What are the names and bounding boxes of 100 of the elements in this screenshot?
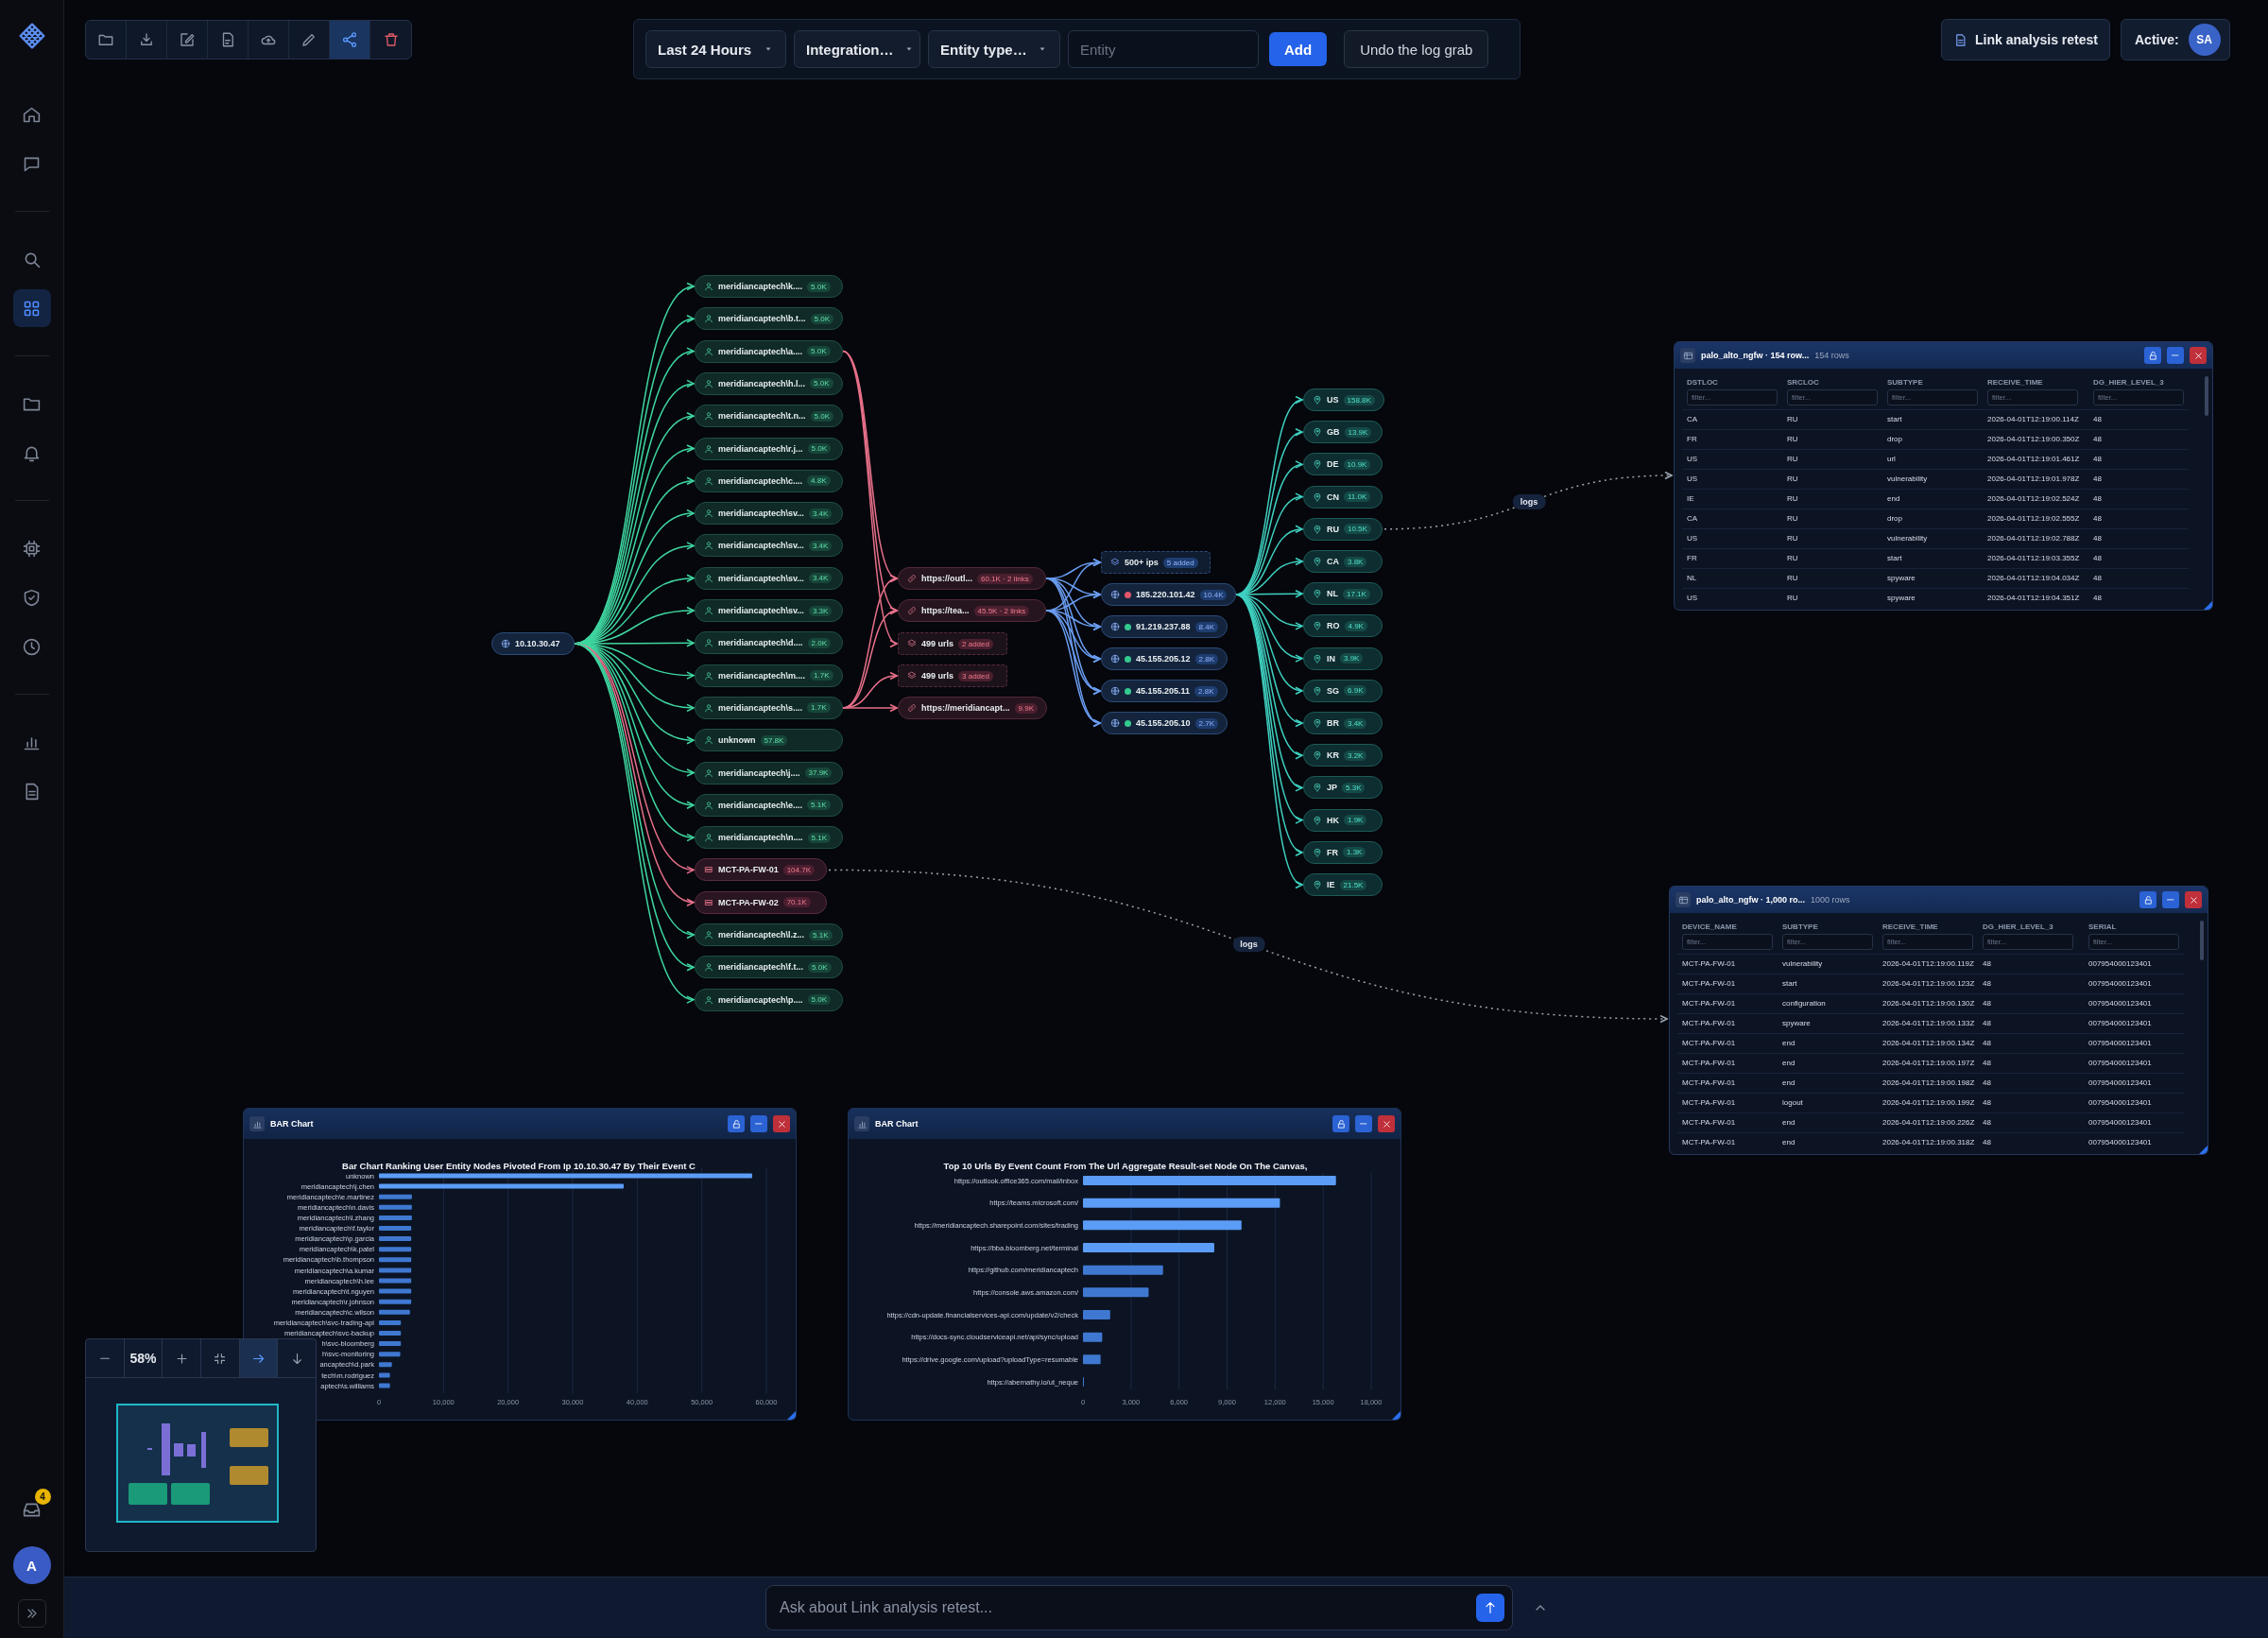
user-node[interactable]: unknown 57.8K (695, 729, 843, 752)
table-cell: MCT-PA-FW-01 (1677, 1093, 1778, 1112)
undo-button[interactable]: Undo the log grab (1344, 30, 1489, 68)
country-node[interactable]: DE 10.9K (1303, 453, 1383, 476)
close-button[interactable] (2190, 347, 2207, 364)
ip-node[interactable]: 10.10.30.47 (491, 632, 575, 655)
chat-input[interactable]: Ask about Link analysis retest... (765, 1585, 1513, 1630)
user-node[interactable]: meridiancaptech\j.... 37.9K (695, 761, 843, 785)
toolbar-button[interactable] (330, 21, 370, 59)
minimap-drawing[interactable] (116, 1404, 279, 1523)
group-node[interactable]: 500+ ips 5 added (1101, 551, 1211, 574)
node-label: meridiancaptech\k.... (718, 282, 803, 291)
bar (379, 1226, 412, 1231)
node-label: BR (1327, 718, 1339, 728)
close-button[interactable] (2185, 891, 2202, 908)
count-badge: 5.1K (807, 800, 831, 811)
lock-button[interactable] (2139, 891, 2156, 908)
user-node[interactable]: meridiancaptech\p.... 5.0K (695, 988, 843, 1011)
count-badge: 158.8K (1343, 394, 1375, 405)
close-button[interactable] (1378, 1115, 1395, 1132)
node-label: 10.10.30.47 (515, 639, 560, 648)
user-node[interactable]: meridiancaptech\sv... 3.4K (695, 502, 843, 526)
project-button[interactable]: Link analysis retest (1941, 19, 2110, 60)
user-node[interactable]: meridiancaptech\s.... 1.7K (695, 696, 843, 719)
url-node[interactable]: https://outl... 60.1K · 2 links (898, 567, 1046, 590)
user-node[interactable]: meridiancaptech\a.... 5.0K (695, 339, 843, 363)
country-node[interactable]: SG 6.9K (1303, 679, 1383, 702)
minimize-button[interactable] (1355, 1115, 1372, 1132)
country-node[interactable]: CA 3.8K (1303, 550, 1383, 573)
ip-node[interactable]: 91.219.237.88 8.4K (1101, 615, 1228, 638)
time-range-dropdown[interactable]: Last 24 Hours (645, 30, 786, 68)
count-badge: 5.0K (807, 281, 831, 292)
user-node[interactable]: meridiancaptech\sv... 3.3K (695, 599, 843, 622)
inbox-button[interactable]: 4 (12, 1491, 51, 1528)
group-node[interactable]: 499 urls 2 added (898, 632, 1007, 655)
url-node[interactable]: https://tea... 45.5K · 2 links (898, 599, 1046, 622)
scrollbar[interactable] (2200, 921, 2204, 960)
table-cell: RU (1782, 568, 1882, 588)
table-cell: 007954000123401 (2084, 974, 2184, 993)
country-node[interactable]: RO 4.9K (1303, 614, 1383, 638)
trash-icon (382, 31, 400, 48)
country-node[interactable]: BR 3.4K (1303, 712, 1383, 734)
country-node[interactable]: NL 17.1K (1303, 582, 1383, 606)
country-node[interactable]: FR 1.3K (1303, 840, 1383, 864)
country-node[interactable]: IE 21.5K (1303, 873, 1383, 896)
table-cell: MCT-PA-FW-01 (1677, 974, 1778, 993)
ip-node[interactable]: 185.220.101.42 10.4K (1101, 583, 1237, 606)
user-node[interactable]: meridiancaptech\c.... 4.8K (695, 469, 843, 492)
ip-node[interactable]: 45.155.205.11 2.8K (1101, 680, 1228, 702)
user-icon (704, 670, 713, 681)
chart-title: Top 10 Urls By Event Count From The Url Aggregate Result-set Node On The Canvas, (943, 1161, 1308, 1171)
close-button[interactable] (773, 1115, 790, 1132)
map-pin-icon (1313, 395, 1322, 405)
scrollbar[interactable] (2205, 376, 2208, 416)
sidebar-button[interactable] (12, 289, 51, 327)
device-node[interactable]: MCT-PA-FW-01 104.7K (695, 858, 827, 882)
country-node[interactable]: HK 1.9K (1303, 808, 1383, 832)
device-node[interactable]: MCT-PA-FW-02 70.1K (695, 890, 827, 914)
user-node[interactable]: meridiancaptech\d.... 2.0K (695, 631, 843, 655)
user-node[interactable]: meridiancaptech\e.... 5.1K (695, 793, 843, 817)
country-node[interactable]: RU 10.5K (1303, 517, 1383, 541)
user-node[interactable]: meridiancaptech\n.... 5.1K (695, 826, 843, 850)
lock-button[interactable] (728, 1115, 745, 1132)
user-node[interactable]: meridiancaptech\m.... 1.7K (695, 664, 843, 687)
minimize-button[interactable] (750, 1115, 767, 1132)
count-badge: 10.4K (1199, 589, 1228, 600)
count-badge: 3.4K (808, 508, 833, 519)
node-label: meridiancaptech\s.... (718, 702, 803, 713)
url-node[interactable]: https://meridiancapt... 9.9K (898, 697, 1047, 719)
send-button[interactable] (1476, 1594, 1504, 1622)
user-node[interactable]: meridiancaptech\r.j... 5.0K (695, 437, 843, 460)
country-node[interactable]: KR 3.2K (1303, 744, 1383, 767)
map-pin-icon (1313, 524, 1322, 534)
ip-node[interactable]: 45.155.205.12 2.8K (1101, 647, 1228, 670)
group-node[interactable]: 499 urls 3 added (898, 664, 1007, 687)
add-button[interactable]: Add (1269, 32, 1328, 66)
country-node[interactable]: GB 13.9K (1303, 421, 1383, 444)
entity-field[interactable]: Entity (1068, 30, 1259, 68)
ip-node[interactable]: 45.155.205.10 2.7K (1101, 712, 1228, 734)
user-node[interactable]: meridiancaptech\h.l... 5.0K (695, 371, 843, 395)
user-node[interactable]: meridiancaptech\t.n... 5.0K (695, 405, 843, 428)
lock-button[interactable] (2144, 347, 2161, 364)
user-node[interactable]: meridiancaptech\l.z... 5.1K (695, 923, 843, 946)
user-node[interactable]: meridiancaptech\f.t... 5.0K (695, 956, 843, 979)
user-node[interactable]: meridiancaptech\sv... 3.4K (695, 534, 843, 558)
lock-button[interactable] (1332, 1115, 1349, 1132)
minimize-button[interactable] (2167, 347, 2184, 364)
user-node[interactable]: meridiancaptech\sv... 3.4K (695, 566, 843, 590)
minimize-button[interactable] (2162, 891, 2179, 908)
user-node[interactable]: meridiancaptech\b.t... 5.0K (695, 307, 843, 331)
user-avatar[interactable]: A (12, 1546, 51, 1584)
integration-dropdown[interactable]: Integration… (794, 30, 920, 68)
country-node[interactable]: JP 5.3K (1303, 776, 1383, 800)
country-node[interactable]: IN 3.9K (1303, 647, 1383, 670)
bar (379, 1319, 402, 1325)
user-node[interactable]: meridiancaptech\k.... 5.0K (695, 275, 843, 298)
country-node[interactable]: US 158.8K (1303, 388, 1384, 411)
entity-type-dropdown[interactable]: Entity type… (928, 30, 1060, 68)
country-node[interactable]: CN 11.0K (1303, 485, 1383, 509)
user-avatar[interactable]: SA (2188, 24, 2221, 56)
